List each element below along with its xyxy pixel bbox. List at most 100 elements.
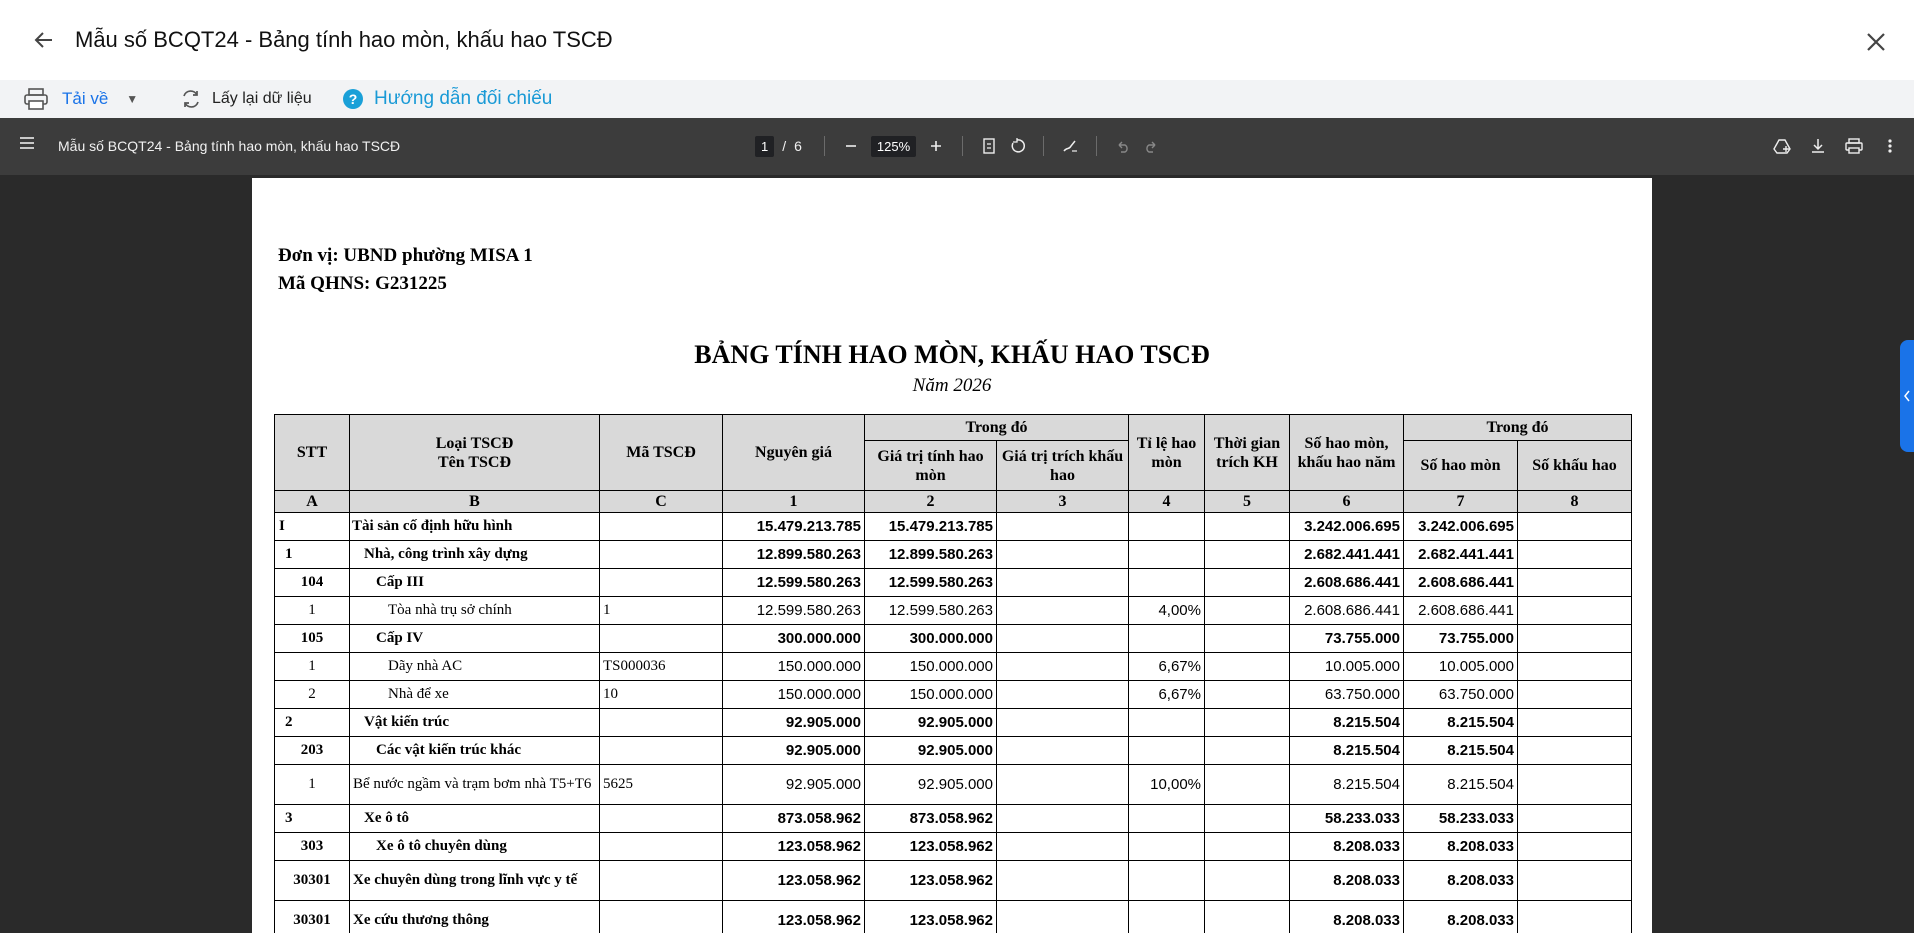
- zoom-out-button[interactable]: [837, 132, 865, 160]
- code-cell: 5: [1204, 490, 1290, 513]
- row-name: Các vật kiến trúc khác: [349, 736, 600, 765]
- row-name: Tài sản cố định hữu hình: [349, 512, 600, 541]
- row-nguyen-gia: 12.899.580.263: [722, 540, 865, 569]
- row-code: [599, 708, 723, 737]
- row-name: Cấp III: [349, 568, 600, 597]
- row-gt-hao-mon: 123.058.962: [864, 860, 997, 901]
- row-gt-khau-hao: [996, 596, 1129, 625]
- row-thoi-gian: [1204, 512, 1290, 541]
- row-name: Bể nước ngầm và trạm bơm nhà T5+T6: [349, 764, 600, 805]
- header-so-khau-hao: Số khấu hao: [1517, 440, 1632, 491]
- row-thoi-gian: [1204, 804, 1290, 833]
- chevron-down-icon[interactable]: ▼: [126, 92, 138, 106]
- plus-icon: [931, 141, 942, 151]
- row-hao-mon-nam: 73.755.000: [1289, 624, 1404, 653]
- row-ti-le: [1128, 832, 1205, 861]
- row-name: Xe chuyên dùng trong lĩnh vực y tế: [349, 860, 600, 901]
- pdf-toolbar: Mẫu số BCQT24 - Bảng tính hao mòn, khấu …: [0, 118, 1914, 175]
- table-body: I Tài sản cố định hữu hình 15.479.213.785 1…: [274, 512, 1632, 933]
- row-gt-khau-hao: [996, 568, 1129, 597]
- row-stt: I: [274, 512, 350, 541]
- row-gt-hao-mon: 92.905.000: [864, 708, 997, 737]
- drive-upload-button[interactable]: [1768, 132, 1796, 160]
- svg-text:?: ?: [349, 91, 358, 107]
- page-separator: /: [782, 138, 787, 154]
- code-cell: 3: [996, 490, 1129, 513]
- row-ti-le: [1128, 512, 1205, 541]
- row-stt: 30301: [274, 900, 350, 933]
- side-panel-tab[interactable]: [1900, 340, 1914, 452]
- divider: [1043, 136, 1045, 156]
- row-gt-khau-hao: [996, 540, 1129, 569]
- row-hao-mon-nam: 8.208.033: [1289, 900, 1404, 933]
- print-button[interactable]: [1840, 132, 1868, 160]
- row-nguyen-gia: 15.479.213.785: [722, 512, 865, 541]
- row-thoi-gian: [1204, 736, 1290, 765]
- row-thoi-gian: [1204, 680, 1290, 709]
- row-so-khau-hao: [1517, 860, 1632, 901]
- row-code: 5625: [599, 764, 723, 805]
- row-code: 1: [599, 596, 723, 625]
- table-row: 1 Dãy nhà AC TS000036 150.000.000 150.000.00…: [274, 652, 1632, 681]
- row-so-hao-mon: 8.208.033: [1403, 900, 1518, 933]
- row-hao-mon-nam: 2.682.441.441: [1289, 540, 1404, 569]
- zoom-input[interactable]: 125%: [870, 135, 917, 157]
- row-gt-khau-hao: [996, 860, 1129, 901]
- guide-button[interactable]: ? Hướng dẫn đối chiếu: [342, 80, 552, 118]
- table-row: 2 Nhà để xe 10 150.000.000 150.000.000 6,67% 6…: [274, 680, 1632, 709]
- pdf-page: Đơn vị: UBND phường MISA 1 Mã QHNS: G231…: [252, 178, 1652, 933]
- page-total: 6: [794, 138, 802, 154]
- row-stt: 303: [274, 832, 350, 861]
- back-button[interactable]: [28, 24, 60, 56]
- code-cell: 8: [1517, 490, 1632, 513]
- page-number-input[interactable]: 1: [755, 135, 775, 157]
- row-nguyen-gia: 12.599.580.263: [722, 568, 865, 597]
- row-nguyen-gia: 123.058.962: [722, 832, 865, 861]
- header-ten: Tên TSCĐ: [437, 453, 512, 471]
- row-so-khau-hao: [1517, 540, 1632, 569]
- row-gt-khau-hao: [996, 764, 1129, 805]
- header-loai-ten: Loại TSCĐ Tên TSCĐ: [349, 414, 600, 491]
- row-stt: 203: [274, 736, 350, 765]
- zoom-in-button[interactable]: [922, 132, 950, 160]
- row-hao-mon-nam: 2.608.686.441: [1289, 596, 1404, 625]
- redo-button[interactable]: [1137, 132, 1165, 160]
- more-options-button[interactable]: [1876, 132, 1904, 160]
- header-loai: Loại TSCĐ: [435, 434, 514, 452]
- row-hao-mon-nam: 8.215.504: [1289, 736, 1404, 765]
- table-row: 1 Bể nước ngầm và trạm bơm nhà T5+T6 5625 9…: [274, 764, 1632, 805]
- table-row: 3 Xe ô tô 873.058.962 873.058.962 58.233.033…: [274, 804, 1632, 833]
- unit-line: Đơn vị: UBND phường MISA 1: [278, 245, 533, 266]
- pdf-viewer[interactable]: Đơn vị: UBND phường MISA 1 Mã QHNS: G231…: [0, 175, 1914, 933]
- row-so-khau-hao: [1517, 764, 1632, 805]
- header-gt-khau-hao: Giá trị trích khấu hao: [996, 440, 1129, 491]
- rotate-button[interactable]: [1003, 132, 1031, 160]
- download-button[interactable]: Tải về ▼: [24, 80, 138, 118]
- row-so-hao-mon: 2.608.686.441: [1403, 568, 1518, 597]
- reload-data-button[interactable]: Lấy lại dữ liệu: [180, 80, 312, 118]
- row-nguyen-gia: 92.905.000: [722, 708, 865, 737]
- row-gt-khau-hao: [996, 512, 1129, 541]
- row-stt: 1: [274, 764, 350, 805]
- row-name: Xe ô tô chuyên dùng: [349, 832, 600, 861]
- divider: [962, 136, 964, 156]
- row-gt-hao-mon: 92.905.000: [864, 764, 997, 805]
- row-code: [599, 568, 723, 597]
- divider: [823, 136, 825, 156]
- close-button[interactable]: [1860, 26, 1892, 58]
- menu-button[interactable]: [18, 135, 36, 156]
- row-thoi-gian: [1204, 624, 1290, 653]
- undo-button[interactable]: [1109, 132, 1137, 160]
- download-pdf-button[interactable]: [1804, 132, 1832, 160]
- row-hao-mon-nam: 8.215.504: [1289, 764, 1404, 805]
- fit-page-button[interactable]: [975, 132, 1003, 160]
- pdf-controls: 1 / 6 125%: [755, 132, 1165, 160]
- annotate-button[interactable]: [1056, 132, 1084, 160]
- row-so-hao-mon: 2.682.441.441: [1403, 540, 1518, 569]
- row-hao-mon-nam: 10.005.000: [1289, 652, 1404, 681]
- row-gt-khau-hao: [996, 900, 1129, 933]
- row-thoi-gian: [1204, 764, 1290, 805]
- report-year: Năm 2026: [912, 375, 992, 396]
- row-thoi-gian: [1204, 860, 1290, 901]
- chevron-left-icon: [1904, 390, 1910, 402]
